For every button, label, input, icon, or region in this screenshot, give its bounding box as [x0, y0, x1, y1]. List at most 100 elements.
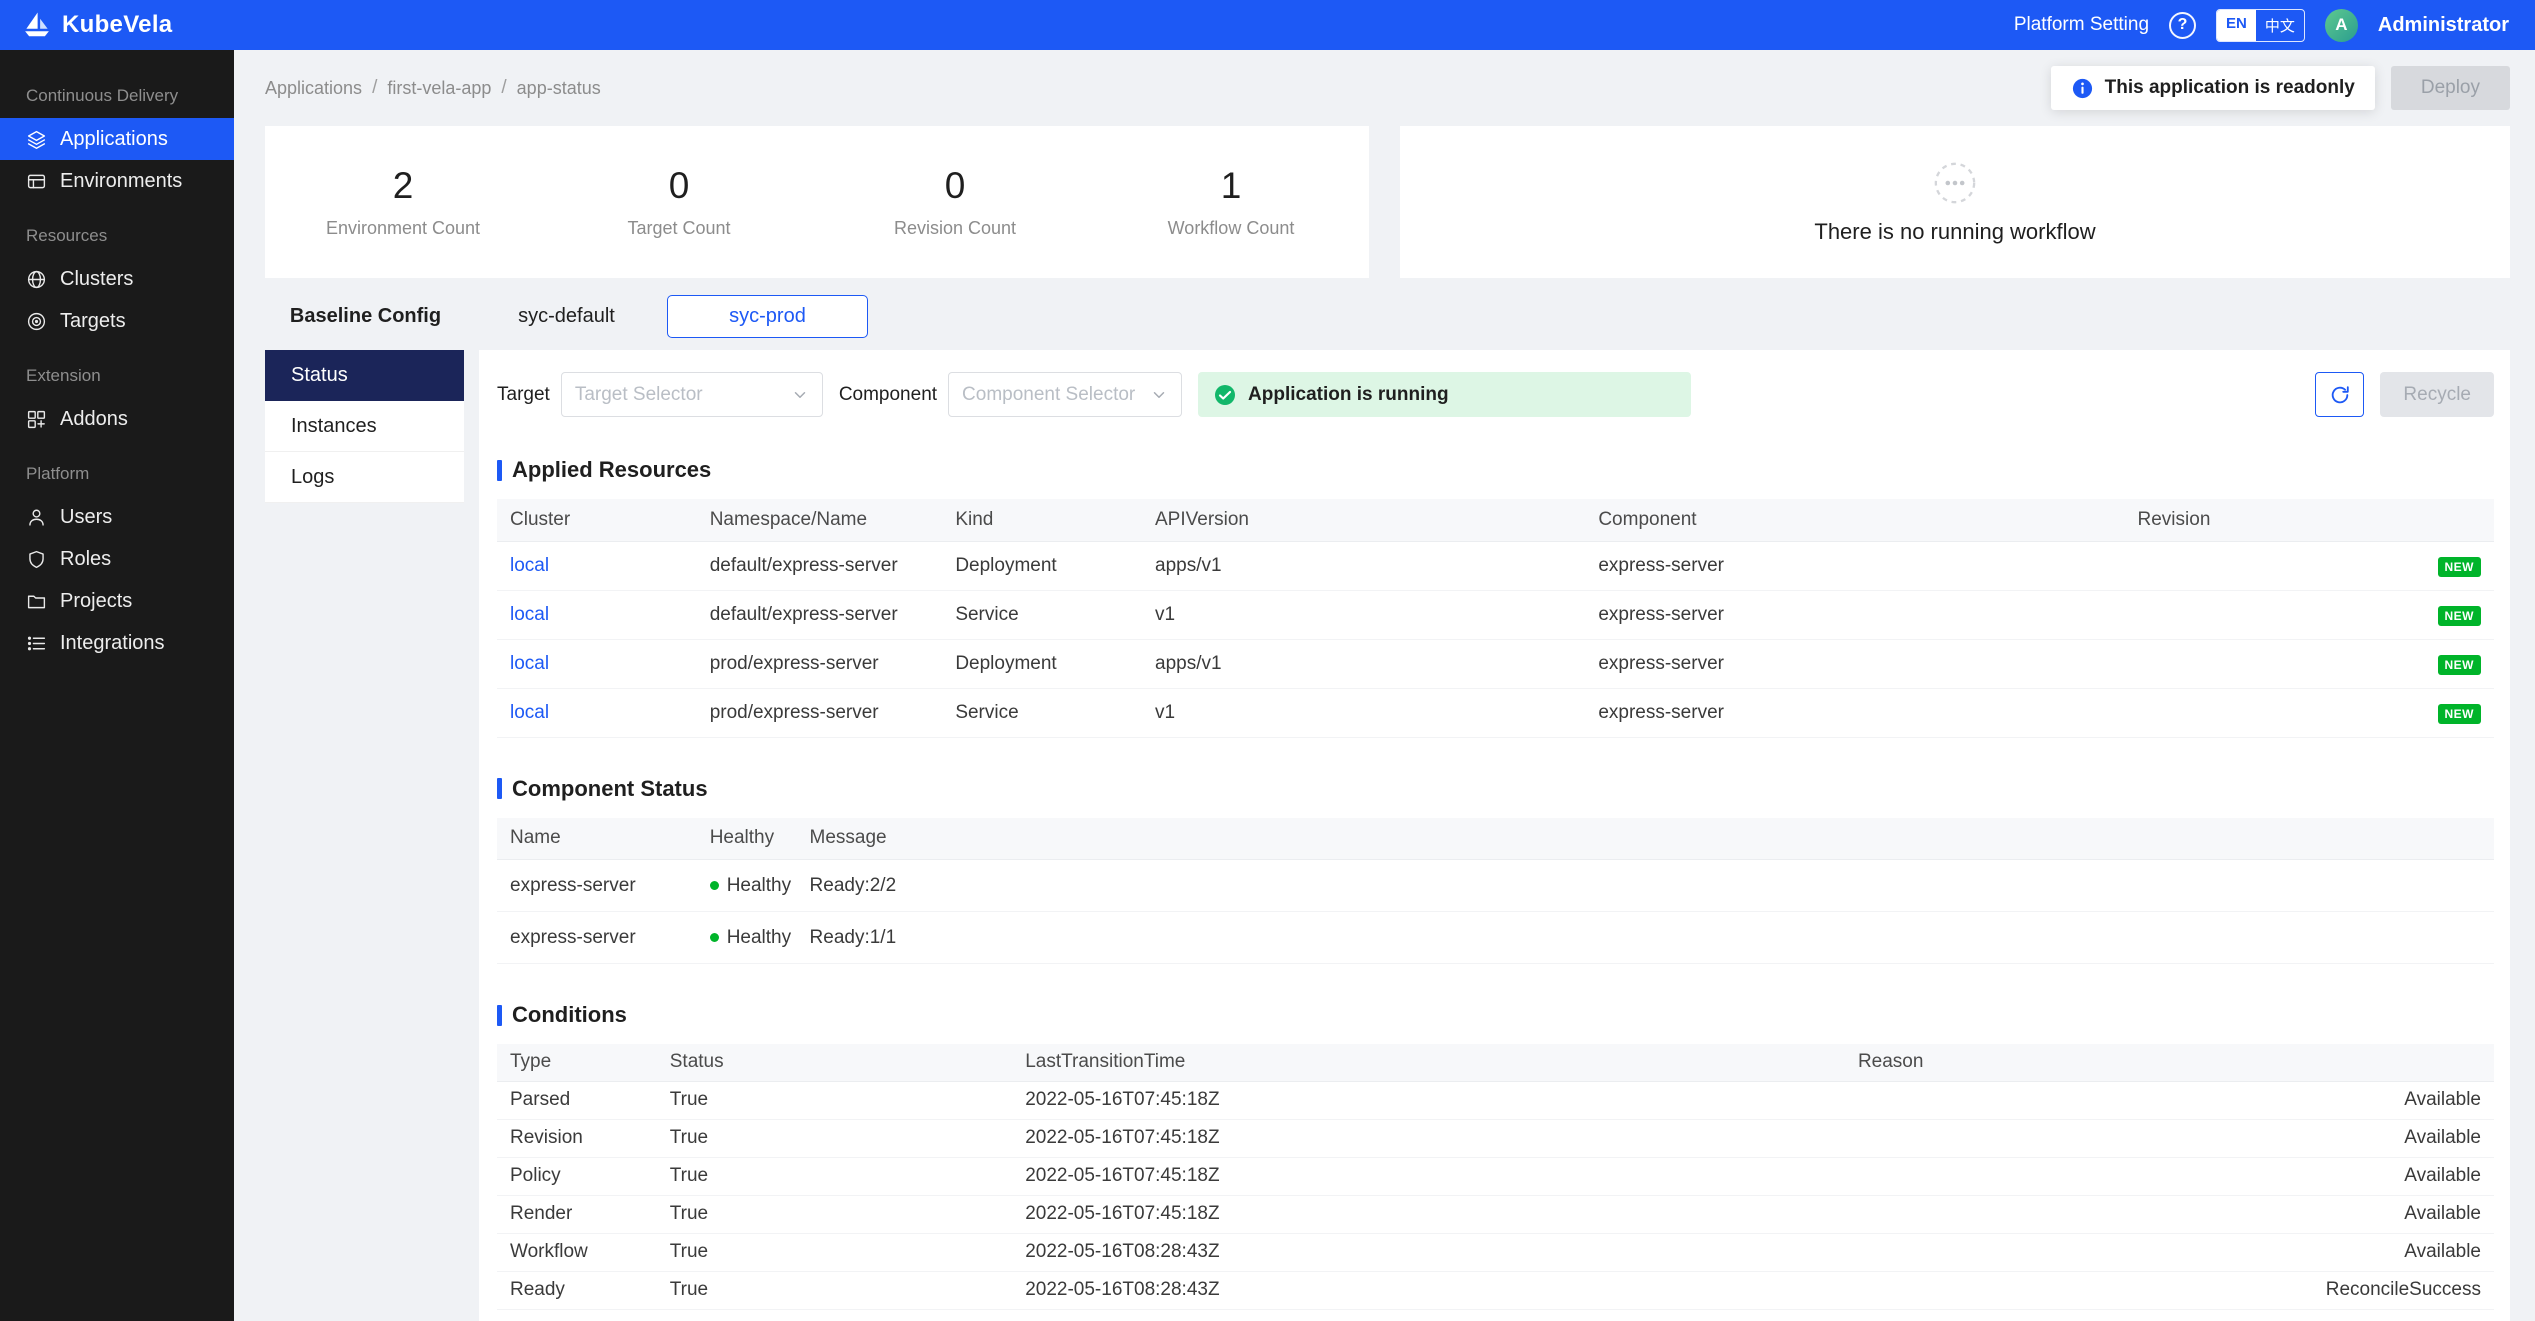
sidebar-item-environments[interactable]: Environments	[0, 160, 234, 202]
cell-name: express-server	[497, 860, 697, 912]
stat-value: 0	[945, 165, 966, 207]
sidebar-item-label: Environments	[60, 170, 182, 193]
sidebar-item-addons[interactable]: Addons	[0, 398, 234, 440]
help-icon[interactable]: ?	[2169, 12, 2196, 39]
healthy-dot-icon	[710, 933, 719, 942]
cell-reason: Available	[1845, 1157, 2494, 1195]
cluster-link[interactable]: local	[510, 604, 549, 625]
sidebar-item-applications[interactable]: Applications	[0, 118, 234, 160]
clusters-icon	[26, 269, 47, 290]
target-filter-label: Target	[497, 384, 550, 406]
stat-revision-count: 0 Revision Count	[817, 165, 1093, 239]
cell-time: 2022-05-16T07:45:18Z	[1012, 1081, 1845, 1119]
table-row: Ready True 2022-05-16T08:28:43Z Reconcil…	[497, 1271, 2494, 1309]
stat-value: 1	[1221, 165, 1242, 207]
sidebar-item-clusters[interactable]: Clusters	[0, 258, 234, 300]
cluster-link[interactable]: local	[510, 555, 549, 576]
cell-namespace-name: prod/express-server	[697, 688, 943, 737]
cell-message: Ready:2/2	[797, 860, 2494, 912]
component-status-table: Name Healthy Message express-server	[497, 818, 2494, 965]
status-panel: Target Target Selector Component Compone…	[479, 350, 2510, 1321]
readonly-notice-text: This application is readonly	[2105, 77, 2355, 99]
user-avatar[interactable]: A	[2325, 9, 2358, 42]
subnav-item-instances[interactable]: Instances	[265, 401, 464, 452]
tab-baseline-config[interactable]: Baseline Config	[265, 295, 466, 338]
running-status-text: Application is running	[1248, 384, 1449, 406]
workflow-card: There is no running workflow	[1400, 126, 2510, 278]
table-row: Workflow True 2022-05-16T08:28:43Z Avail…	[497, 1233, 2494, 1271]
target-selector[interactable]: Target Selector	[561, 372, 823, 417]
roles-icon	[26, 549, 47, 570]
readonly-notice: This application is readonly	[2051, 66, 2375, 110]
table-header-row: Cluster Namespace/Name Kind APIVersion C…	[497, 499, 2494, 541]
table-row: Render True 2022-05-16T07:45:18Z Availab…	[497, 1195, 2494, 1233]
column-header-message: Message	[797, 818, 2494, 860]
cell-namespace-name: default/express-server	[697, 541, 943, 590]
cell-message: Ready:1/1	[797, 912, 2494, 964]
tab-syc-default[interactable]: syc-default	[466, 295, 667, 338]
targets-icon	[26, 311, 47, 332]
users-icon	[26, 507, 47, 528]
sidebar-item-integrations[interactable]: Integrations	[0, 622, 234, 664]
table-row: local default/express-server Service v1 …	[497, 590, 2494, 639]
cell-time: 2022-05-16T07:45:18Z	[1012, 1119, 1845, 1157]
lang-en-button[interactable]: EN	[2217, 10, 2256, 41]
nav-section-continuous-delivery: Continuous Delivery	[0, 62, 234, 118]
table-header-row: Name Healthy Message	[497, 818, 2494, 860]
column-header-reason: Reason	[1845, 1044, 2494, 1081]
cell-time: 2022-05-16T07:45:18Z	[1012, 1195, 1845, 1233]
sidebar-item-label: Clusters	[60, 268, 133, 291]
cell-reason: Available	[1845, 1081, 2494, 1119]
table-row: express-server Healthy Ready:1/1	[497, 912, 2494, 964]
sidebar-item-roles[interactable]: Roles	[0, 538, 234, 580]
cell-type: Render	[497, 1195, 657, 1233]
deploy-button[interactable]: Deploy	[2391, 66, 2510, 110]
cell-status: True	[657, 1271, 1012, 1309]
refresh-icon	[2329, 384, 2351, 406]
sidebar-item-label: Addons	[60, 408, 128, 431]
column-header-component: Component	[1585, 499, 2124, 541]
table-row: express-server Healthy Ready:2/2	[497, 860, 2494, 912]
cell-type: Workflow	[497, 1233, 657, 1271]
sidebar-item-label: Applications	[60, 128, 168, 151]
breadcrumb-current: app-status	[517, 78, 601, 99]
cell-type: Revision	[497, 1119, 657, 1157]
column-header-apiversion: APIVersion	[1142, 499, 1585, 541]
breadcrumb-applications[interactable]: Applications	[265, 78, 362, 99]
sidebar: Continuous Delivery Applications Environ…	[0, 50, 234, 1321]
column-header-revision: Revision	[2125, 499, 2494, 541]
conditions-section: Conditions Type Status LastTransitionTim…	[497, 1002, 2494, 1310]
projects-icon	[26, 591, 47, 612]
cell-reason: Available	[1845, 1119, 2494, 1157]
username[interactable]: Administrator	[2378, 14, 2509, 37]
component-status-section: Component Status Name Healthy Message	[497, 776, 2494, 965]
recycle-button[interactable]: Recycle	[2380, 372, 2494, 417]
sidebar-item-users[interactable]: Users	[0, 496, 234, 538]
cell-apiversion: v1	[1142, 688, 1585, 737]
cell-type: Parsed	[497, 1081, 657, 1119]
component-selector[interactable]: Component Selector	[948, 372, 1182, 417]
lang-zh-button[interactable]: 中文	[2256, 10, 2304, 41]
column-header-cluster: Cluster	[497, 499, 697, 541]
cell-kind: Service	[942, 590, 1142, 639]
platform-setting-link[interactable]: Platform Setting	[2014, 14, 2149, 36]
stat-target-count: 0 Target Count	[541, 165, 817, 239]
breadcrumb-app-name[interactable]: first-vela-app	[387, 78, 491, 99]
environment-tabs: Baseline Config syc-default syc-prod	[265, 295, 2510, 338]
kubevela-logo-icon	[22, 10, 52, 40]
cell-status: True	[657, 1119, 1012, 1157]
refresh-button[interactable]	[2315, 372, 2364, 417]
sidebar-item-projects[interactable]: Projects	[0, 580, 234, 622]
sidebar-item-targets[interactable]: Targets	[0, 300, 234, 342]
cluster-link[interactable]: local	[510, 702, 549, 723]
subnav-item-logs[interactable]: Logs	[265, 452, 464, 503]
subnav-item-status[interactable]: Status	[265, 350, 464, 401]
cell-namespace-name: default/express-server	[697, 590, 943, 639]
sidebar-item-label: Roles	[60, 548, 111, 571]
table-header-row: Type Status LastTransitionTime Reason	[497, 1044, 2494, 1081]
tab-syc-prod[interactable]: syc-prod	[667, 295, 868, 338]
conditions-table: Type Status LastTransitionTime Reason Pa…	[497, 1044, 2494, 1310]
stat-workflow-count: 1 Workflow Count	[1093, 165, 1369, 239]
cluster-link[interactable]: local	[510, 653, 549, 674]
cell-namespace-name: prod/express-server	[697, 639, 943, 688]
